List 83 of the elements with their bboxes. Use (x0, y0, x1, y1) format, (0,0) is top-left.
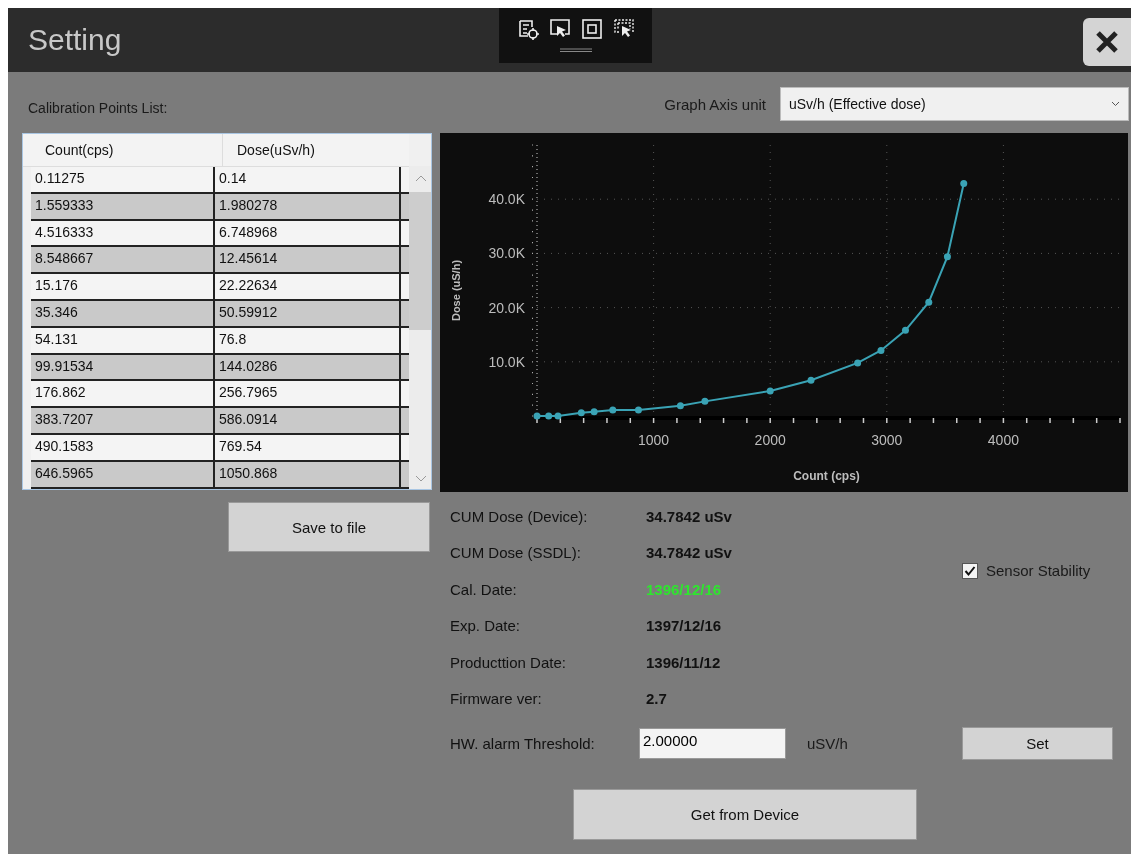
x-tick-label: 3000 (871, 432, 903, 448)
info-label: CUM Dose (Device): (450, 506, 589, 527)
table-cell: 15.176 (31, 274, 215, 299)
x-tick-label: 1000 (638, 432, 670, 448)
y-tick-label: 30.0K (488, 245, 525, 262)
select-element-icon[interactable] (516, 18, 539, 40)
drag-handle-icon[interactable] (559, 48, 592, 52)
table-cell: 769.54 (215, 434, 401, 460)
section-label: Calibration Points List: (28, 100, 168, 116)
select-region-icon[interactable] (612, 18, 635, 40)
unit-label: uSV/h (807, 734, 848, 752)
table-cell: 6.748968 (215, 220, 401, 246)
table-cell: 22.22634 (215, 274, 401, 299)
get-from-device-button[interactable]: Get from Device (573, 788, 917, 840)
frame-icon[interactable] (580, 18, 603, 40)
data-point (901, 326, 909, 334)
table-cell: 35.346 (31, 301, 215, 326)
data-point (676, 402, 684, 410)
table-cell: 1.980278 (215, 193, 401, 219)
y-tick-label: 10.0K (488, 353, 525, 370)
table-cell: 256.7965 (215, 381, 401, 407)
x-tick-label: 2000 (754, 432, 786, 448)
table-cell: 176.862 (31, 381, 215, 407)
table-cell: 76.8 (215, 327, 401, 353)
window-title: Setting (28, 23, 122, 57)
table-cell: 383.7207 (31, 408, 215, 433)
close-icon (1094, 29, 1120, 55)
field-label: Graph Axis unit (664, 95, 766, 113)
table-cell: 646.5965 (31, 461, 215, 487)
data-point (609, 406, 617, 414)
x-tick-label: 4000 (987, 432, 1019, 448)
table-cell: 1.559333 (31, 193, 215, 219)
y-axis-title: Dose (uS/h) (450, 259, 462, 322)
field-label: HW. alarm Threshold: (450, 733, 596, 754)
data-point (533, 412, 541, 420)
table-cell: 4.516333 (31, 220, 215, 246)
info-value: 34.7842 uSv (646, 543, 732, 564)
info-value: 2.7 (646, 689, 667, 710)
column-header[interactable]: Dose(uSv/h) (223, 134, 409, 166)
table-cell: 144.0286 (215, 354, 401, 380)
axis-unit-dropdown[interactable]: uSv/h (Effective dose) (780, 87, 1129, 121)
info-label: Producttion Date: (450, 652, 567, 673)
info-label: Cal. Date: (450, 579, 518, 600)
set-button[interactable]: Set (962, 726, 1113, 760)
data-point (634, 406, 642, 414)
table-cell: 12.45614 (215, 247, 401, 273)
checkbox[interactable] (962, 562, 978, 579)
table-cell: 0.11275 (31, 167, 215, 192)
data-point (925, 298, 933, 306)
data-point (590, 408, 598, 416)
table-cell: 490.1583 (31, 434, 215, 460)
info-value: 1397/12/16 (646, 616, 722, 637)
y-tick-label: 20.0K (488, 299, 525, 316)
save-button[interactable]: Save to file (228, 502, 430, 552)
threshold-field[interactable]: 2.00000 (639, 727, 786, 759)
data-point (766, 387, 774, 395)
info-label: Firmware ver: (450, 689, 543, 710)
checkbox-label: Sensor Stability (986, 562, 1091, 579)
y-tick-label: 40.0K (488, 191, 525, 208)
data-point (807, 376, 815, 384)
data-point (854, 359, 862, 367)
data-point (701, 397, 709, 405)
table-cell: 54.131 (31, 327, 215, 353)
table-cell: 50.59912 (215, 301, 401, 326)
table-cell: 8.548667 (31, 247, 215, 273)
pointer-icon[interactable] (548, 18, 571, 40)
chevron-down-icon (1111, 101, 1120, 107)
close-button[interactable] (1083, 18, 1131, 66)
info-value: 34.7842 uSv (646, 506, 732, 527)
table-cell: 99.91534 (31, 354, 215, 380)
data-point (877, 346, 885, 354)
table-cell: 586.0914 (215, 408, 401, 433)
table-cell: 1050.868 (215, 461, 401, 487)
info-label: Exp. Date: (450, 616, 522, 637)
info-value: 1396/12/16 (646, 579, 722, 600)
data-point (577, 409, 585, 417)
data-point (960, 180, 968, 187)
info-label: CUM Dose (SSDL): (450, 543, 582, 564)
x-axis-title: Count (cps) (793, 469, 860, 483)
column-header[interactable]: Count(cps) (31, 134, 223, 166)
table-cell: 0.14 (215, 167, 401, 192)
info-value: 1396/11/12 (646, 652, 721, 673)
data-point (943, 253, 951, 261)
